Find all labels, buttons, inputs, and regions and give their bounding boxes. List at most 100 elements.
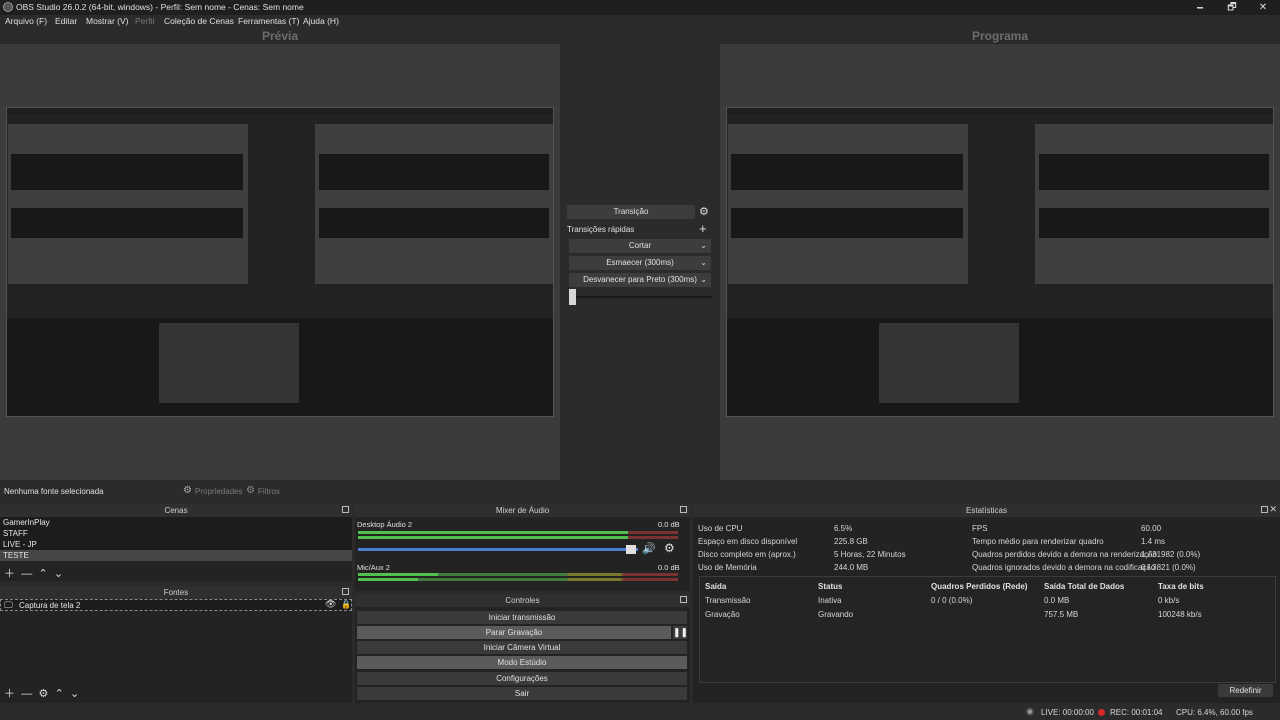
lock-icon[interactable]: 🔒	[341, 600, 351, 609]
scene-item[interactable]: STAFF	[0, 528, 352, 539]
tbar-slider-handle[interactable]	[569, 289, 576, 305]
gear-icon[interactable]: ⚙	[38, 688, 48, 700]
table-cell: Gravação	[705, 610, 740, 619]
filters-button[interactable]: Filtros	[258, 487, 280, 496]
stats-title: Estatísticas	[966, 506, 1007, 515]
volume-meter-level	[358, 536, 628, 539]
volume-slider-handle[interactable]	[626, 545, 636, 554]
undock-icon[interactable]	[680, 506, 687, 513]
table-header: Status	[818, 582, 843, 591]
table-cell: 0 kb/s	[1158, 596, 1180, 605]
stat-label: Espaço em disco disponível	[698, 537, 798, 546]
volume-meter-level	[358, 578, 418, 581]
preview-canvas[interactable]	[0, 44, 560, 480]
stat-label: Quadros ignorados devido a demora na cod…	[972, 563, 1156, 572]
move-down-icon[interactable]: ⌄	[54, 568, 63, 580]
undock-icon[interactable]	[1261, 506, 1268, 513]
start-streaming-button[interactable]: Iniciar transmissão	[357, 611, 687, 624]
menu-ajuda[interactable]: Ajuda (H)	[303, 16, 339, 26]
undock-icon[interactable]	[342, 506, 349, 513]
remove-icon[interactable]: —	[21, 688, 32, 700]
channel-db: 0.0 dB	[658, 563, 680, 572]
gear-icon[interactable]: ⚙	[699, 205, 709, 218]
mixer-dock-header: Mixer de Áudio	[355, 504, 690, 517]
stat-label: Uso de Memória	[698, 563, 757, 572]
sources-toolbar: ＋ — ⚙ ⌃ ⌄	[4, 685, 79, 701]
close-button[interactable]: ✕	[1246, 0, 1280, 15]
eye-icon[interactable]: 👁	[325, 599, 336, 610]
table-header: Quadros Perdidos (Rede)	[931, 582, 1028, 591]
add-icon[interactable]: ＋	[4, 688, 15, 700]
quick-transition-label: Cortar	[628, 241, 652, 250]
scenes-dock: Cenas GamerInPlay STAFF LIVE - JP TESTE …	[0, 504, 352, 581]
minimize-button[interactable]: 🗕	[1183, 0, 1217, 15]
source-item[interactable]: 🖵 Captura de tela 2 👁 🔒	[0, 599, 352, 611]
volume-slider[interactable]	[358, 548, 638, 551]
output-stats-table: Saída Status Quadros Perdidos (Rede) Saí…	[699, 576, 1276, 683]
filter-icon: ⚙	[246, 485, 255, 496]
add-icon[interactable]: ＋	[4, 568, 15, 580]
sources-dock: Fontes 🖵 Captura de tela 2 👁 🔒 ＋ — ⚙ ⌃ ⌄	[0, 586, 352, 703]
studio-mode-button[interactable]: Modo Estúdio	[357, 656, 687, 669]
table-header: Taxa de bits	[1158, 582, 1204, 591]
exit-button[interactable]: Sair	[357, 687, 687, 700]
preview-screen-capture	[6, 107, 554, 417]
menu-ferramentas[interactable]: Ferramentas (T)	[238, 16, 299, 26]
window-title: OBS Studio 26.0.2 (64-bit, windows) - Pe…	[16, 2, 304, 12]
controls-dock: Controles Iniciar transmissão Parar Grav…	[355, 594, 690, 703]
menu-editar[interactable]: Editar	[55, 16, 77, 26]
live-time: LIVE: 00:00:00	[1041, 708, 1094, 717]
program-screen-capture	[726, 107, 1274, 417]
table-cell: 0 / 0 (0.0%)	[931, 596, 973, 605]
stop-recording-button[interactable]: Parar Gravação	[357, 626, 671, 639]
no-source-label: Nenhuma fonte selecionada	[4, 487, 104, 496]
remove-icon[interactable]: —	[21, 568, 32, 580]
menu-bar: Arquivo (F) Editar Mostrar (V) Perfil Co…	[0, 15, 1280, 29]
menu-mostrar[interactable]: Mostrar (V)	[86, 16, 129, 26]
properties-button[interactable]: Propriedades	[195, 487, 243, 496]
undock-icon[interactable]	[342, 588, 349, 595]
chevron-down-icon: ⌄	[700, 275, 707, 284]
quick-transition-label: Esmaecer (300ms)	[606, 258, 674, 267]
move-up-icon[interactable]: ⌃	[38, 568, 47, 580]
table-header: Saída Total de Dados	[1044, 582, 1125, 591]
table-cell: Gravando	[818, 610, 854, 619]
reset-button[interactable]: Redefinir	[1218, 684, 1273, 697]
gear-icon[interactable]: ⚙	[664, 541, 675, 555]
quick-transition-cortar[interactable]: Cortar ⌄	[569, 239, 711, 253]
pause-icon[interactable]: ❚❚	[673, 626, 688, 639]
cpu-fps: CPU: 6.4%, 60.00 fps	[1176, 708, 1253, 717]
settings-button[interactable]: Configurações	[357, 672, 687, 685]
move-down-icon[interactable]: ⌄	[70, 688, 79, 700]
monitor-icon: 🖵	[4, 600, 13, 610]
menu-perfil[interactable]: Perfil	[135, 16, 154, 26]
volume-meter-level	[358, 531, 628, 534]
undock-icon[interactable]	[680, 596, 687, 603]
quick-transition-label: Desvanecer para Preto (300ms)	[583, 275, 697, 284]
close-icon[interactable]: ✕	[1269, 503, 1277, 516]
stat-value: 5 Horas, 22 Minutos	[834, 550, 906, 559]
rec-time: REC: 00:01:04	[1110, 708, 1163, 717]
add-quick-transition-icon[interactable]: +	[699, 221, 707, 236]
table-cell: 100248 kb/s	[1158, 610, 1202, 619]
scenes-dock-header: Cenas	[0, 504, 352, 517]
stat-label: Tempo médio para renderizar quadro	[972, 537, 1104, 546]
scene-item[interactable]: LIVE - JP	[0, 539, 352, 550]
scene-item[interactable]: GamerInPlay	[0, 517, 352, 528]
speaker-icon[interactable]: 🔊	[642, 542, 656, 555]
stat-label: Disco completo em (aprox.)	[698, 550, 796, 559]
maximize-button[interactable]: 🗗	[1215, 0, 1249, 15]
quick-transition-esmaecer[interactable]: Esmaecer (300ms) ⌄	[569, 256, 711, 270]
scene-item-selected[interactable]: TESTE	[0, 550, 352, 561]
stat-label: Uso de CPU	[698, 524, 743, 533]
quick-transition-desvanecer[interactable]: Desvanecer para Preto (300ms) ⌄	[569, 273, 711, 287]
stat-value: 0 / 3821 (0.0%)	[1141, 563, 1196, 572]
sources-title: Fontes	[163, 588, 189, 597]
start-virtual-camera-button[interactable]: Iniciar Câmera Virtual	[357, 641, 687, 654]
channel-name: Desktop Áudio 2	[357, 520, 413, 529]
menu-arquivo[interactable]: Arquivo (F)	[5, 16, 47, 26]
transition-button[interactable]: Transição	[567, 205, 695, 219]
tbar-track[interactable]	[572, 296, 712, 298]
move-up-icon[interactable]: ⌃	[55, 688, 64, 700]
menu-colecao-cenas[interactable]: Coleção de Cenas	[164, 16, 234, 26]
